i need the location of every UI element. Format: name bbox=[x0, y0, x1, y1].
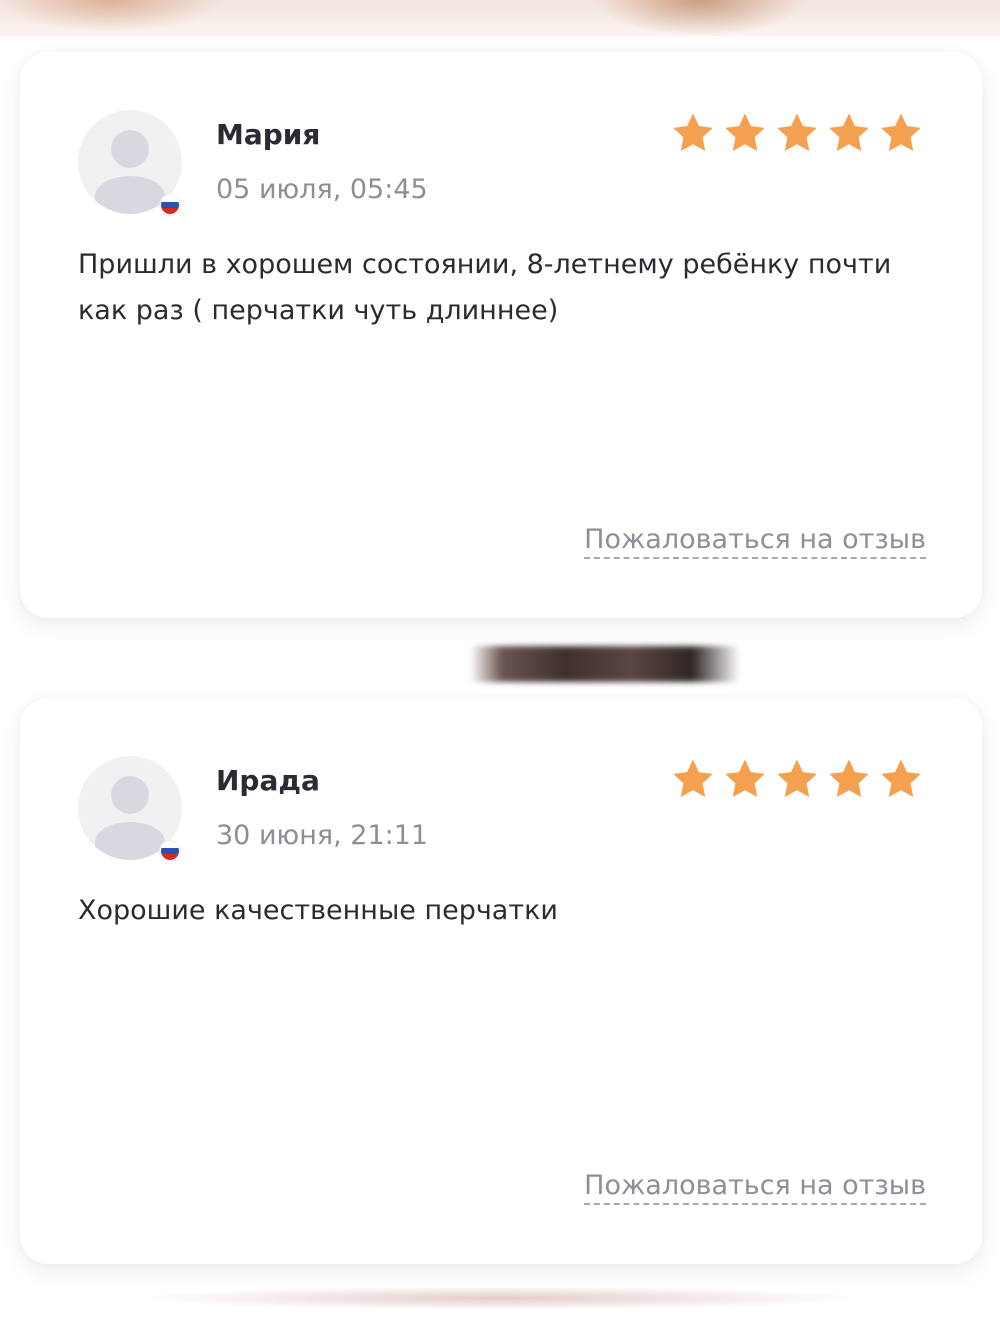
russia-flag-icon bbox=[160, 195, 180, 215]
star-icon bbox=[725, 113, 765, 152]
review-author: Ирада bbox=[216, 764, 320, 797]
review-author: Мария bbox=[216, 118, 321, 151]
user-placeholder-icon bbox=[111, 776, 149, 814]
rating-stars bbox=[670, 110, 924, 156]
background-photo-top bbox=[0, 0, 1000, 36]
complain-link[interactable]: Пожаловаться на отзыв bbox=[584, 524, 926, 559]
complain-link[interactable]: Пожаловаться на отзыв bbox=[584, 1170, 926, 1205]
review-date: 05 июля, 05:45 bbox=[216, 174, 428, 205]
star-icon bbox=[881, 113, 921, 152]
background-photo-bottom bbox=[100, 1288, 900, 1312]
star-icon bbox=[725, 759, 765, 798]
russia-flag-icon bbox=[160, 841, 180, 861]
background-photo-middle bbox=[470, 646, 740, 682]
review-date: 30 июня, 21:11 bbox=[216, 820, 429, 851]
star-icon bbox=[829, 759, 869, 798]
star-icon bbox=[777, 759, 817, 798]
user-placeholder-icon bbox=[111, 130, 149, 168]
review-card: Ирада 30 июня, 21:11 Хорошие качественны… bbox=[20, 698, 982, 1264]
star-icon bbox=[881, 759, 921, 798]
star-icon bbox=[673, 759, 713, 798]
review-card: Мария 05 июля, 05:45 Пришли в хорошем со… bbox=[20, 52, 982, 618]
review-text: Пришли в хорошем состоянии, 8-летнему ре… bbox=[78, 249, 892, 326]
star-icon bbox=[673, 113, 713, 152]
star-icon bbox=[777, 113, 817, 152]
review-text: Хорошие качественные перчатки bbox=[78, 895, 558, 926]
star-icon bbox=[829, 113, 869, 152]
rating-stars bbox=[670, 756, 924, 802]
